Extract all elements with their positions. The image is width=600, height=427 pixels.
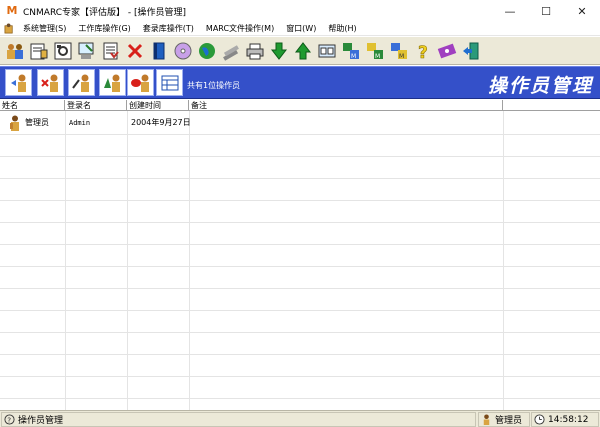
status-left: ? 操作员管理	[1, 412, 476, 427]
grid-row-line	[0, 332, 600, 333]
grid-row-line	[0, 354, 600, 355]
help-cursor-icon: ?	[4, 414, 15, 425]
disc-icon[interactable]	[171, 39, 194, 63]
help-icon[interactable]: ?	[411, 39, 434, 63]
stop-operator-icon[interactable]	[127, 69, 154, 96]
catalog-card-icon[interactable]	[27, 39, 50, 63]
svg-text:M: M	[399, 53, 404, 60]
status-time: 14:58:12	[531, 412, 599, 427]
marc-convert-icon[interactable]: M	[387, 39, 410, 63]
status-left-text: 操作员管理	[18, 416, 64, 426]
grid-row-line	[0, 156, 600, 157]
delete-operator-icon[interactable]	[37, 69, 64, 96]
maximize-button[interactable]: ☐	[528, 0, 564, 22]
grid-row-line	[0, 222, 600, 223]
edit-operator-icon[interactable]	[68, 69, 95, 96]
grid-row-line	[0, 244, 600, 245]
window-title: CNMARC专家【评估版】 - [操作员管理]	[23, 7, 187, 18]
grid-row-line	[0, 376, 600, 377]
svg-text:?: ?	[7, 415, 11, 424]
close-button[interactable]: ✕	[564, 0, 600, 22]
column-header-login[interactable]: 登录名	[65, 100, 127, 111]
cell-login: Admin	[69, 119, 91, 127]
status-time-text: 14:58:12	[548, 414, 589, 425]
print-list-icon[interactable]	[99, 39, 122, 63]
globe-icon[interactable]	[195, 39, 218, 63]
printer-icon[interactable]	[243, 39, 266, 63]
column-header-created[interactable]: 创建时间	[127, 100, 189, 111]
table-row[interactable]: 管理员 Admin 2004年9月27日	[0, 112, 600, 134]
marc-import-icon[interactable]: M	[363, 39, 386, 63]
menu-copydb[interactable]: 套录库操作(T)	[139, 23, 202, 34]
settings-card-icon[interactable]	[51, 39, 74, 63]
grid-row-line	[0, 288, 600, 289]
column-header-note[interactable]: 备注	[189, 100, 503, 111]
operator-person-icon	[10, 115, 19, 131]
delete-icon[interactable]	[123, 39, 146, 63]
cell-note	[190, 112, 193, 134]
grid-row-line	[0, 266, 600, 267]
document-menu-icon[interactable]	[4, 23, 15, 34]
menu-workdb[interactable]: 工作库操作(G)	[74, 23, 138, 34]
status-user: 管理员	[478, 412, 530, 427]
user-icon	[483, 414, 490, 425]
grid-row-line	[0, 178, 600, 179]
operator-panel: 共有1位操作员 操作员管理	[0, 66, 600, 99]
record-edit-icon[interactable]	[75, 39, 98, 63]
operator-rights-icon[interactable]	[99, 69, 126, 96]
about-icon[interactable]	[435, 39, 458, 63]
menu-bar: 系统管理(S) 工作库操作(G) 套录库操作(T) MARC文件操作(M) 窗口…	[0, 22, 600, 36]
svg-text:?: ?	[418, 43, 428, 61]
exit-icon[interactable]	[459, 39, 482, 63]
book-stack-icon[interactable]	[219, 39, 242, 63]
menu-marc-file[interactable]: MARC文件操作(M)	[202, 23, 282, 34]
dual-window-icon[interactable]	[315, 39, 338, 63]
svg-text:M: M	[375, 53, 380, 60]
panel-heading: 操作员管理	[487, 75, 593, 97]
window-controls: — ☐ ✕	[492, 0, 600, 22]
title-bar: M CNMARC专家【评估版】 - [操作员管理] — ☐ ✕	[0, 0, 600, 22]
grid-row-line	[0, 134, 600, 135]
menu-system[interactable]: 系统管理(S)	[19, 23, 74, 34]
download-arrow-icon[interactable]	[267, 39, 290, 63]
grid-row-line	[0, 310, 600, 311]
upload-arrow-icon[interactable]	[291, 39, 314, 63]
menu-window[interactable]: 窗口(W)	[282, 23, 324, 34]
status-user-text: 管理员	[495, 416, 523, 426]
operator-list-icon[interactable]	[156, 69, 183, 96]
cell-name: 管理员	[25, 118, 49, 127]
operators-icon[interactable]	[3, 39, 26, 63]
menu-help[interactable]: 帮助(H)	[324, 23, 364, 34]
operator-count: 共有1位操作员	[187, 81, 241, 90]
marc-export-icon[interactable]: M	[339, 39, 362, 63]
grid-header: 姓名 登录名 创建时间 备注	[0, 100, 600, 111]
grid-row-line	[0, 398, 600, 399]
book-icon[interactable]	[147, 39, 170, 63]
cell-created: 2004年9月27日	[131, 118, 191, 127]
svg-text:M: M	[351, 53, 356, 60]
column-header-name[interactable]: 姓名	[0, 100, 65, 111]
minimize-button[interactable]: —	[492, 0, 528, 22]
operator-grid: 姓名 登录名 创建时间 备注 管理员 Admin 2004年9月27日	[0, 100, 600, 410]
status-bar: ? 操作员管理 管理员 14:58:12	[0, 410, 600, 427]
add-operator-icon[interactable]	[5, 69, 32, 96]
grid-row-line	[0, 200, 600, 201]
app-logo-icon: M	[6, 4, 18, 17]
clock-icon	[534, 414, 545, 425]
toolbar: M M M ?	[0, 37, 600, 65]
